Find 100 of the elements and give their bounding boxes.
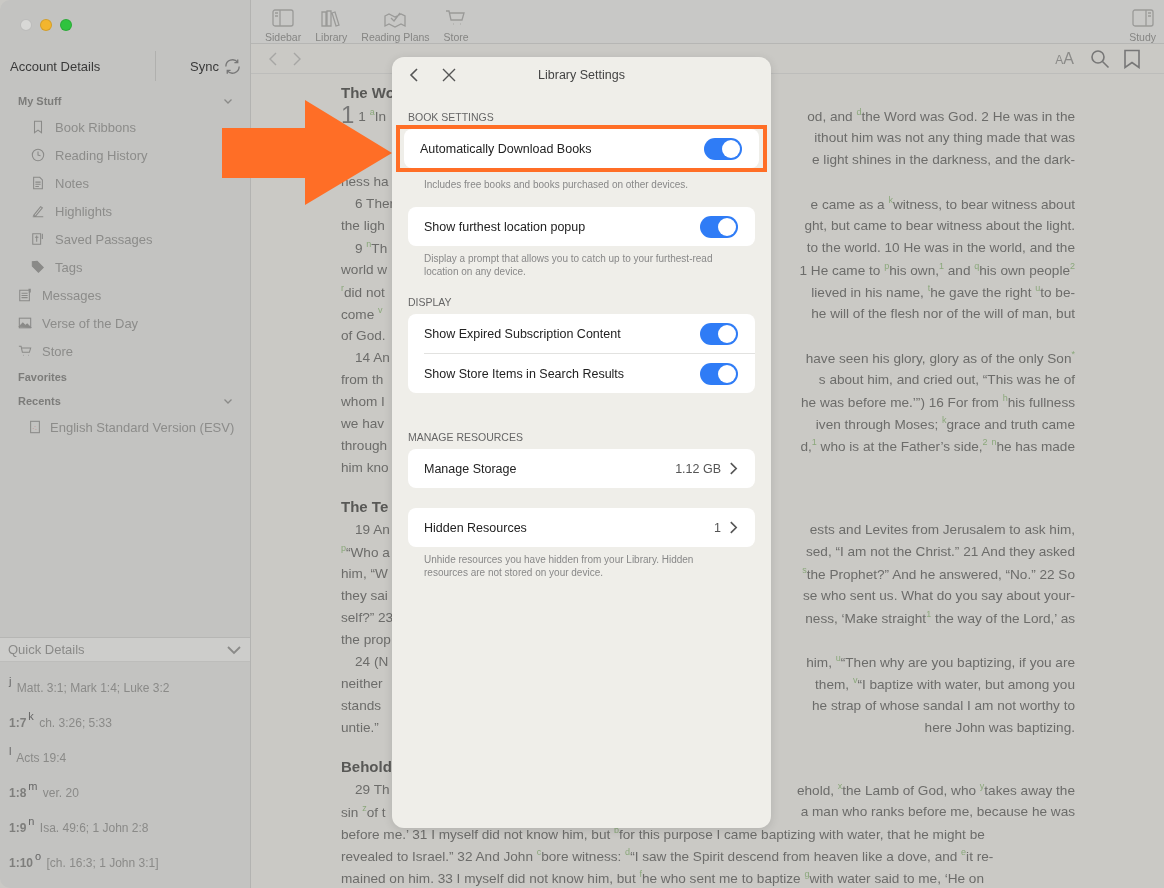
verse-text: neither: [341, 675, 383, 691]
verse-text: revealed to Israel.” 32 And John $^{c}$bore witness: $^{d}$“I saw the Spirit descend from heaven like a dove, and $^{e}$it re-: [341, 846, 994, 864]
verse-text: od, and $^{d}$the Word was God. 2 He was in the: [807, 106, 1075, 124]
setting-label: Hidden Resources: [424, 520, 528, 535]
verse-text: we hav: [341, 415, 385, 431]
verse-text: whom I: [341, 393, 385, 409]
verse-text: s about him, and cried out, “This was he of: [818, 371, 1075, 387]
verse-text: 24 (N: [355, 653, 389, 669]
verse-text: 29 Th: [355, 781, 390, 797]
bookmark-icon: [31, 120, 45, 134]
verse-text: sin $^{z}$of t: [341, 802, 386, 820]
verse-text: a man who ranks before me, because he was: [800, 803, 1075, 819]
toggle-switch[interactable]: [700, 215, 738, 238]
zoom-window-button[interactable]: [60, 19, 72, 31]
verse-text: before me.’ 31 I myself did not know him, but $^{b}$for this purpose I came baptizing with water, that he might be: [341, 824, 985, 842]
verse-text: the prop: [341, 631, 391, 647]
verse-text: mained on him. 33 I myself did not know him, but $^{f}$he who sent me to baptize $^{g}$with water said to me, ‘He on: [341, 868, 984, 886]
verse-text: 1 $^{a}$In: [358, 106, 387, 124]
verse-text: e light shines in the darkness, and the dark-: [812, 151, 1075, 167]
account-details-button[interactable]: Account Details: [0, 58, 155, 74]
toolbar-button[interactable]: Study: [1129, 0, 1156, 44]
verse-text: here John was baptizing.: [924, 719, 1075, 735]
section-heading: My Stuff: [18, 95, 62, 107]
verse-text: ness, ‘Make straight$^{1}$ the way of the Lord,’ as: [805, 608, 1075, 626]
verse-text: iven through Moses; $^{k}$grace and truth came: [815, 414, 1075, 432]
font-size-button[interactable]: AA: [1055, 49, 1074, 68]
verse-text: they sai: [341, 587, 388, 603]
verse-text: ithout him was not any thing made that was: [814, 129, 1075, 145]
setting-value: 1.12 GB: [675, 461, 721, 476]
verse-text: he will of the flesh nor of the will of man, but: [811, 305, 1075, 321]
dialog-title: Library Settings: [538, 68, 625, 82]
forward-icon[interactable]: [291, 50, 303, 67]
tag-icon: [31, 260, 45, 274]
panel-icon: [1130, 8, 1155, 29]
toggle-switch[interactable]: [704, 137, 742, 160]
verse-text: them, $^{v}$“I baptize with water, but among you: [815, 674, 1075, 692]
verse-text: to the world. 10 He was in the world, and the: [806, 239, 1075, 255]
section-heading: MANAGE RESOURCES: [408, 431, 524, 443]
verse-text: ehold, $^{x}$the Lamb of God, who $^{y}$takes away the: [796, 780, 1075, 798]
image-icon: [18, 316, 32, 330]
verse-text: have seen his glory, glory as of the only Son$^{*}$: [805, 348, 1075, 366]
passage-icon: [31, 232, 45, 246]
verse-text: $^{p}$“Who a: [341, 542, 390, 560]
verse-text: him, $^{u}$“Then why are you baptizing, if you are: [806, 652, 1075, 670]
toolbar-button[interactable]: Sidebar: [265, 0, 302, 44]
hint-text: Display a prompt that allows you to catch up to your furthest-read location on any device.: [423, 252, 714, 278]
hint-text: Includes free books and books purchased on other devices.: [423, 178, 690, 191]
verse-text: 1 He came to $^{p}$his own,$^{1}$ and $^{q}$his own people$^{2}$: [799, 260, 1075, 278]
close-icon[interactable]: [442, 68, 456, 82]
verse-text: ght, but came to bear witness about the light.: [804, 217, 1075, 233]
verse-text: ests and Levites from Jerusalem to ask him,: [809, 521, 1075, 537]
verse-text: of God.: [341, 327, 386, 343]
sync-button[interactable]: Sync: [190, 56, 242, 76]
toggle-switch[interactable]: [700, 322, 738, 345]
setting-label: Manage Storage: [424, 461, 518, 476]
section-heading: Favorites: [18, 371, 67, 383]
verse-text: 19 An: [355, 521, 390, 537]
book-icon: [28, 420, 42, 434]
section-heading: The Te: [341, 497, 390, 517]
back-icon[interactable]: [408, 67, 420, 83]
verse-text: 14 An: [355, 349, 390, 365]
verse-text: untie.”: [341, 719, 379, 735]
bookmark-icon[interactable]: [1122, 48, 1142, 69]
pen-icon: [31, 204, 45, 218]
verse-text: $^{s}$the Prophet?” And he answered, “No.” 22 So: [802, 564, 1075, 582]
setting-label: Show Expired Subscription Content: [424, 326, 622, 341]
setting-label: Show furthest location popup: [424, 219, 587, 234]
section-heading: Recents: [18, 395, 61, 407]
verse-text: stands: [341, 697, 382, 713]
section-heading: Behold: [341, 757, 393, 777]
sync-icon: [223, 56, 242, 76]
search-icon[interactable]: [1090, 48, 1110, 69]
chapter-number: 1: [341, 104, 355, 126]
toolbar-button[interactable]: Reading Plans: [361, 0, 430, 44]
chevron-right-icon[interactable]: [729, 520, 738, 535]
verse-text: him kno: [341, 459, 389, 475]
verse-text: through: [341, 437, 388, 453]
hint-text: Unhide resources you have hidden from your Library. Hidden resources are not stored on your device.: [423, 553, 695, 579]
verse-text: e came as a $^{k}$witness, to bear witness about: [810, 194, 1075, 212]
toolbar-button[interactable]: Store: [443, 0, 469, 44]
verse-text: se who sent us. What do you say about your-: [802, 587, 1075, 603]
message-icon: [18, 288, 32, 302]
cart-icon: [18, 344, 32, 358]
setting-value: 1: [714, 520, 721, 535]
verse-text: the ligh: [341, 217, 385, 233]
verse-text: 9 $^{n}$Th: [355, 238, 388, 256]
section-heading: DISPLAY: [408, 296, 453, 308]
toolbar-button[interactable]: Library: [315, 0, 348, 44]
verse-text: d,$^{1}$ who is at the Father’s side,$^{2}$ $^{n}$he has made: [800, 436, 1075, 454]
verse-text: world w: [341, 261, 388, 277]
verse-text: come $^{v}$: [341, 304, 383, 322]
verse-text: him, “W: [341, 565, 388, 581]
verse-text: self?” 23: [341, 609, 394, 625]
verse-text: 6 Ther: [355, 195, 395, 211]
quick-details-header[interactable]: Quick Details: [0, 638, 250, 662]
chevron-right-icon[interactable]: [729, 461, 738, 476]
clock-icon: [31, 148, 45, 162]
sidebar-icon: [271, 8, 296, 29]
toggle-switch[interactable]: [700, 362, 738, 385]
setting-label: Show Store Items in Search Results: [424, 366, 626, 381]
